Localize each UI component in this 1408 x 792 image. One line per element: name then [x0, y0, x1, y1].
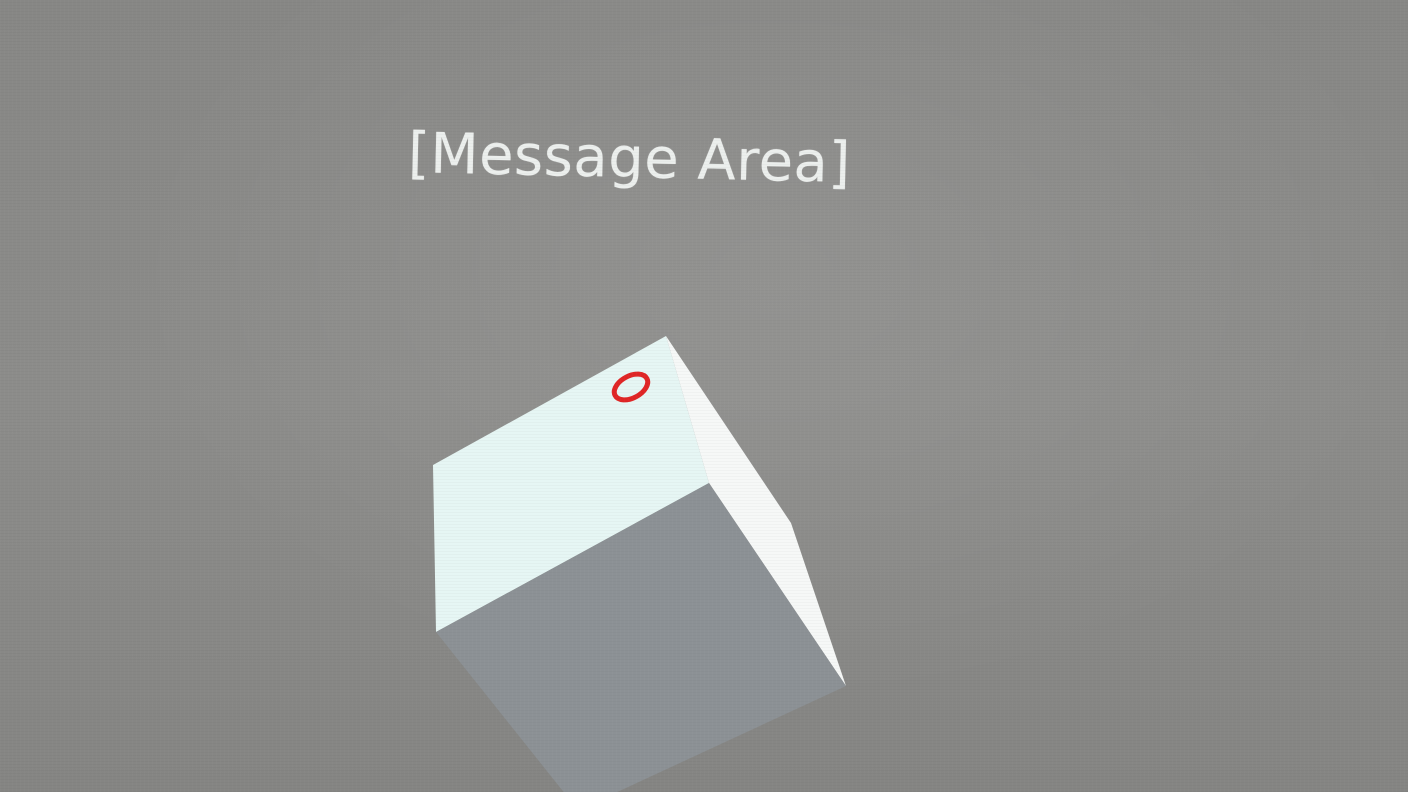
- cube-hologram-icon[interactable]: [0, 0, 1408, 792]
- mixed-reality-view: [Message Area]: [0, 0, 1408, 792]
